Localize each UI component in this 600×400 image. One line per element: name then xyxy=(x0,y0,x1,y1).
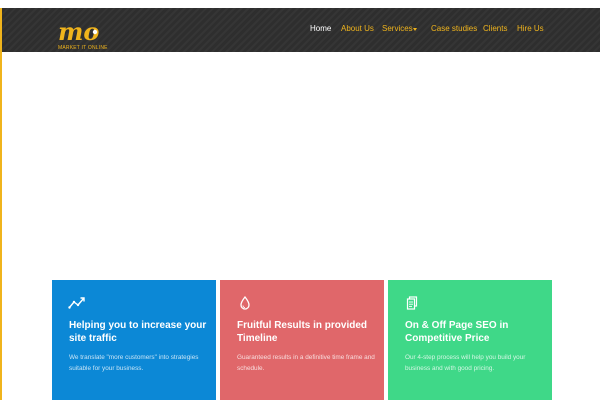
feature-title: On & Off Page SEO in Competitive Price xyxy=(405,320,509,344)
nav-item-services[interactable]: Services xyxy=(382,24,413,34)
main-nav: Home About Us Services Case studies Clie… xyxy=(0,8,600,52)
trend-line-icon xyxy=(68,297,85,309)
nav-item-hire-us[interactable]: Hire Us xyxy=(517,24,544,34)
feature-title: Fruitful Results in provided Timeline xyxy=(237,320,368,344)
document-copy-icon xyxy=(406,296,418,310)
feature-card-results: Fruitful Results in provided Timeline Gu… xyxy=(220,280,384,400)
water-drop-icon xyxy=(240,296,250,310)
left-accent-rule xyxy=(0,8,2,400)
nav-item-case-studies[interactable]: Case studies xyxy=(431,24,477,34)
feature-text: Our 4-step process will help you build y… xyxy=(405,354,526,372)
feature-text: Guaranteed results in a definitive time … xyxy=(237,354,375,372)
nav-item-clients[interactable]: Clients xyxy=(483,24,507,34)
feature-card-traffic: Helping you to increase your site traffi… xyxy=(52,280,216,400)
top-strip xyxy=(0,0,600,8)
nav-item-home[interactable]: Home xyxy=(310,24,331,34)
nav-item-about-us[interactable]: About Us xyxy=(341,24,374,34)
chevron-down-icon xyxy=(413,28,417,31)
feature-title: Helping you to increase your site traffi… xyxy=(69,320,207,344)
feature-text: We translate "more customers" into strat… xyxy=(69,354,199,372)
feature-card-seo: On & Off Page SEO in Competitive Price O… xyxy=(388,280,552,400)
